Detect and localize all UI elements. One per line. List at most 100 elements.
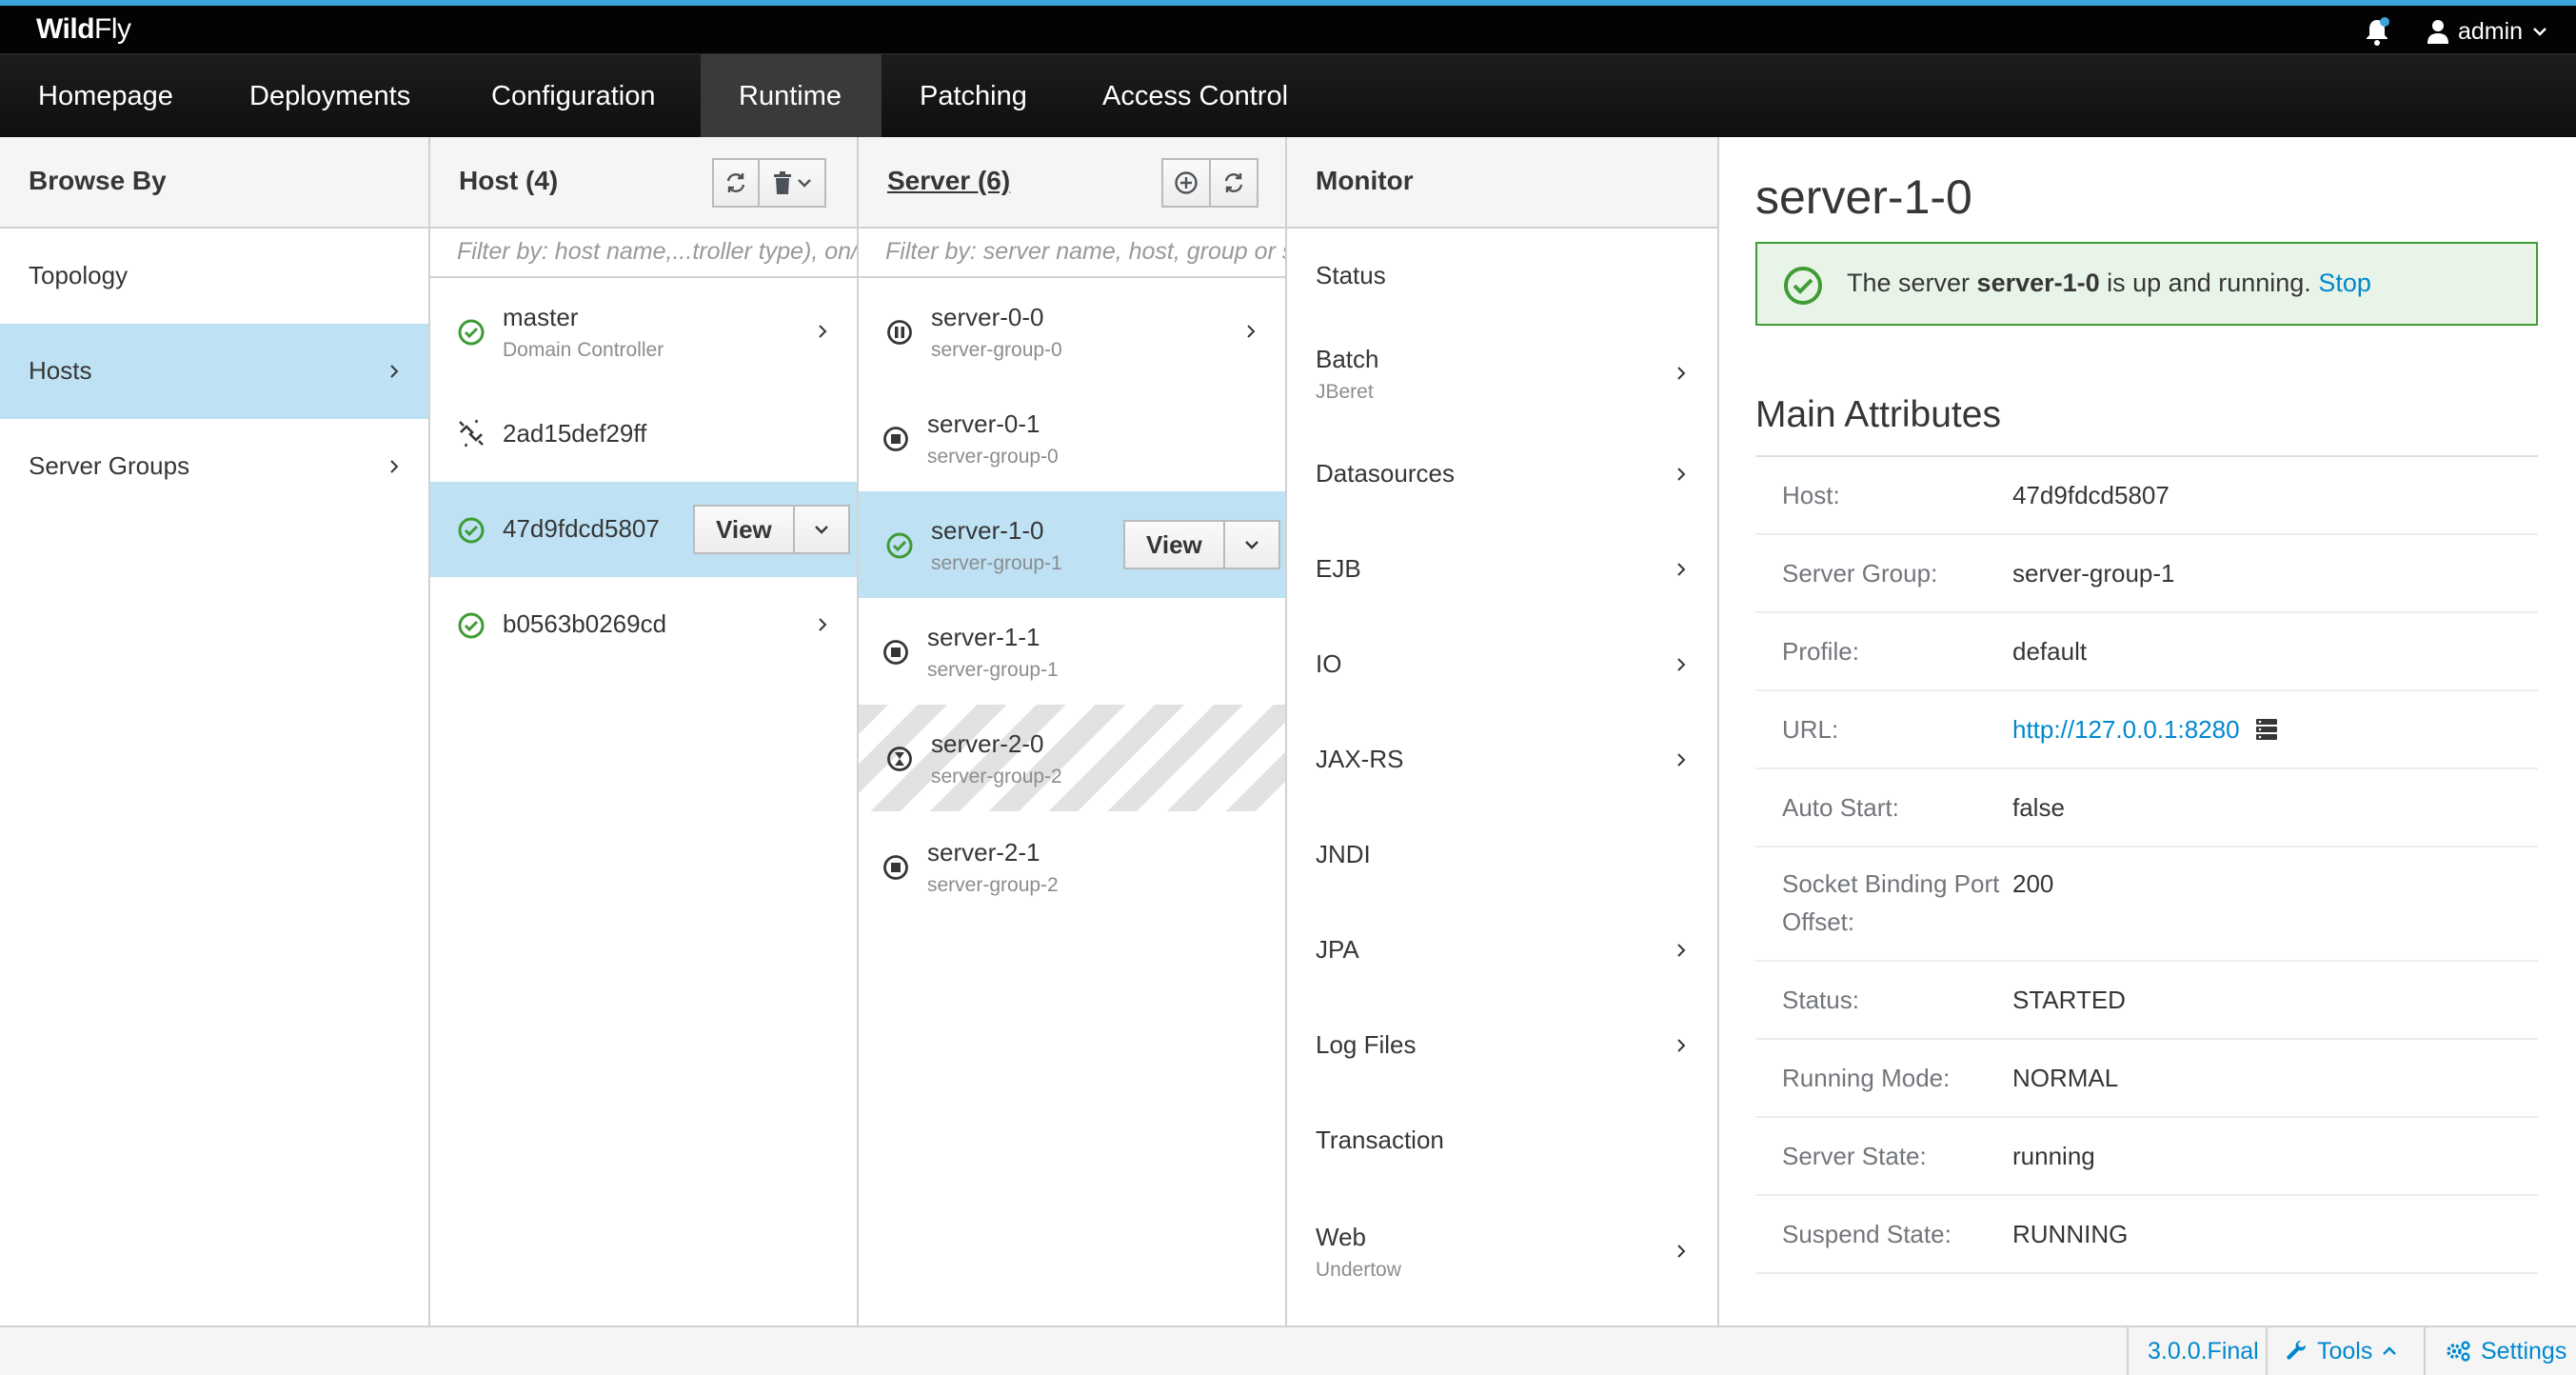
ok-status-icon: [886, 532, 913, 559]
monitor-item-ejb[interactable]: EJB: [1287, 514, 1717, 609]
chevron-right-icon: [1677, 367, 1686, 380]
attr-server-state: Server State: running: [1755, 1118, 2538, 1196]
column-title: Monitor: [1316, 166, 1414, 195]
profile-link[interactable]: default: [2012, 632, 2087, 670]
nav-deployments[interactable]: Deployments: [211, 54, 448, 138]
chevron-right-icon: [1677, 753, 1686, 767]
attr-socket-binding-port-offset: Socket Binding Port Offset: 200: [1755, 847, 2538, 962]
brand-logo[interactable]: WildFly: [36, 13, 131, 46]
column-header: Monitor: [1287, 137, 1717, 229]
stop-server-link[interactable]: Stop: [2318, 269, 2371, 297]
view-button[interactable]: View: [693, 505, 795, 554]
host-item-master[interactable]: master Domain Controller: [430, 278, 857, 387]
view-dropdown-toggle[interactable]: [794, 505, 850, 554]
column-header: Browse By: [0, 137, 428, 229]
host-toolbar: [712, 158, 826, 208]
tools-menu[interactable]: Tools: [2266, 1327, 2416, 1375]
server-stack-icon[interactable]: [2255, 717, 2278, 742]
host-item-2ad15def29ff[interactable]: 2ad15def29ff: [430, 387, 857, 482]
tools-label: Tools: [2317, 1337, 2373, 1365]
monitor-item-jax-rs[interactable]: JAX-RS: [1287, 705, 1717, 800]
column-title[interactable]: Server (6): [887, 166, 1010, 196]
chevron-down-icon: [1244, 541, 1258, 549]
monitor-column: Monitor Status Batch JBeret Datasources …: [1287, 137, 1719, 1325]
monitor-item-jpa[interactable]: JPA: [1287, 895, 1717, 990]
refresh-button[interactable]: [1209, 158, 1258, 208]
host-filter-input[interactable]: Filter by: host name,...troller type), o…: [430, 229, 857, 278]
browse-item-topology[interactable]: Topology: [0, 229, 428, 324]
hourglass-icon: [887, 747, 912, 771]
alert-message: The server server-1-0 is up and running.…: [1847, 269, 2371, 297]
server-column: Server (6) Filter by: server name, host,…: [859, 137, 1287, 1325]
notification-bell-icon[interactable]: [2361, 15, 2399, 53]
chevron-right-icon: [1677, 563, 1686, 576]
host-view-split-button: View: [693, 505, 850, 554]
server-item-server-0-0[interactable]: server-0-0 server-group-0: [859, 278, 1285, 385]
browse-item-server-groups[interactable]: Server Groups: [0, 419, 428, 514]
monitor-item-batch[interactable]: Batch JBeret: [1287, 324, 1717, 419]
add-server-button[interactable]: [1161, 158, 1211, 208]
gears-icon: [2447, 1341, 2470, 1362]
chevron-right-icon: [819, 325, 827, 338]
chevron-up-icon: [2383, 1346, 2397, 1355]
page-title: server-1-0: [1755, 170, 1972, 224]
column-title: Browse By: [29, 166, 167, 195]
ok-status-icon: [458, 319, 485, 346]
server-item-server-0-1[interactable]: server-0-1 server-group-0: [859, 385, 1285, 491]
url-link[interactable]: http://127.0.0.1:8280: [2012, 710, 2240, 748]
attr-running-mode: Running Mode: NORMAL: [1755, 1040, 2538, 1118]
masthead: WildFly admin: [0, 6, 2576, 53]
column-header: Server (6): [859, 137, 1285, 229]
monitor-item-status[interactable]: Status: [1287, 229, 1717, 324]
version-link[interactable]: 3.0.0.Final: [2127, 1327, 2278, 1375]
trash-icon: [774, 171, 791, 194]
server-item-server-2-1[interactable]: server-2-1 server-group-2: [859, 813, 1285, 920]
chevron-right-icon: [1677, 1039, 1686, 1052]
nav-configuration[interactable]: Configuration: [453, 54, 694, 138]
refresh-icon: [726, 173, 745, 192]
monitor-item-jndi[interactable]: JNDI: [1287, 800, 1717, 895]
monitor-item-web[interactable]: Web Undertow: [1287, 1194, 1717, 1308]
nav-access-control[interactable]: Access Control: [1064, 54, 1326, 138]
footer: 3.0.0.Final Tools Settings: [0, 1325, 2576, 1375]
server-toolbar: [1161, 158, 1258, 208]
user-name: admin: [2458, 17, 2524, 45]
view-dropdown-toggle[interactable]: [1224, 520, 1280, 569]
monitor-item-transaction[interactable]: Transaction: [1287, 1086, 1717, 1181]
chevron-down-icon: [798, 179, 811, 188]
nav-runtime[interactable]: Runtime: [701, 54, 882, 138]
view-button[interactable]: View: [1123, 520, 1225, 569]
nav-homepage[interactable]: Homepage: [0, 54, 211, 138]
host-link[interactable]: 47d9fdcd5807: [2012, 476, 2170, 514]
server-details-panel: server-1-0 The server server-1-0 is up a…: [1719, 137, 2576, 1325]
column-title: Host (4): [459, 166, 559, 195]
settings-link[interactable]: Settings: [2424, 1327, 2576, 1375]
server-item-server-2-0[interactable]: server-2-0 server-group-2: [859, 705, 1285, 811]
host-item-47d9fdcd5807[interactable]: 47d9fdcd5807 View: [430, 482, 857, 577]
user-icon: [2427, 20, 2448, 44]
server-group-link[interactable]: server-group-1: [2012, 554, 2175, 592]
server-item-server-1-0[interactable]: server-1-0 server-group-1 View: [859, 491, 1285, 598]
monitor-item-log-files[interactable]: Log Files: [1287, 990, 1717, 1086]
success-alert: The server server-1-0 is up and running.…: [1755, 242, 2538, 326]
column-header: Host (4): [430, 137, 857, 229]
ok-status-icon: [458, 612, 485, 639]
server-item-server-1-1[interactable]: server-1-1 server-group-1: [859, 598, 1285, 705]
refresh-button[interactable]: [712, 158, 760, 208]
monitor-item-io[interactable]: IO: [1287, 609, 1717, 705]
attr-status: Status: STARTED: [1755, 962, 2538, 1040]
remove-dropdown-button[interactable]: [758, 158, 826, 208]
server-filter-input[interactable]: Filter by: server name, host, group or s: [859, 229, 1285, 278]
add-circle-icon: [1175, 171, 1198, 194]
monitor-item-datasources[interactable]: Datasources: [1287, 419, 1717, 514]
chevron-right-icon: [819, 618, 827, 631]
main-nav: Homepage Deployments Configuration Runti…: [0, 53, 2576, 138]
chevron-right-icon: [1247, 325, 1256, 338]
nav-patching[interactable]: Patching: [882, 54, 1065, 138]
refresh-icon: [1224, 173, 1243, 192]
attr-server-group: Server Group: server-group-1: [1755, 535, 2538, 613]
ok-status-icon: [458, 517, 485, 544]
host-item-b0563b0269cd[interactable]: b0563b0269cd: [430, 577, 857, 672]
browse-item-hosts[interactable]: Hosts: [0, 324, 428, 419]
user-menu[interactable]: admin: [2427, 15, 2547, 48]
